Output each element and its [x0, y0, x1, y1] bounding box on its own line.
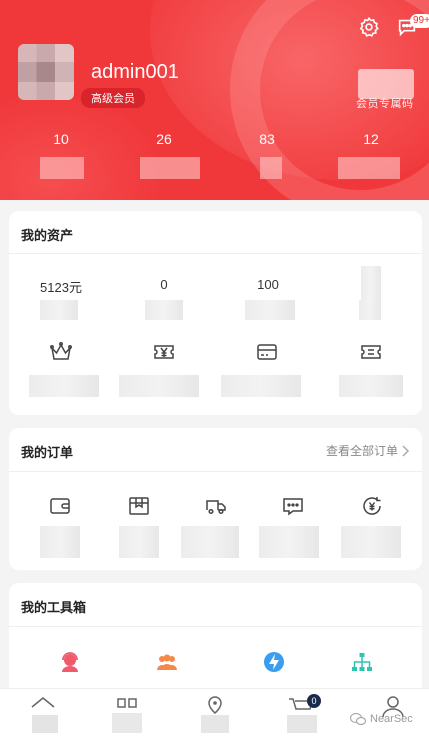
cart-count-badge: 0 — [307, 694, 321, 708]
wallet-icon[interactable] — [48, 494, 72, 518]
stat-value[interactable]: 12 — [336, 131, 406, 147]
stat-label-blurred — [338, 157, 400, 179]
coupon-icon[interactable] — [359, 340, 383, 364]
blurred-label — [181, 526, 239, 558]
stat-label-blurred — [140, 157, 200, 179]
divider — [9, 471, 422, 472]
avatar[interactable] — [18, 44, 74, 100]
team-icon[interactable] — [155, 650, 179, 674]
blurred-label — [259, 526, 319, 558]
assets-card: 我的资产 5123元 0 100 — [9, 211, 422, 415]
watermark-text: NearSec — [370, 713, 413, 725]
stat-value[interactable]: 26 — [129, 131, 199, 147]
stat-label-blurred — [40, 157, 84, 179]
toolbox-title: 我的工具箱 — [21, 600, 87, 615]
location-icon[interactable] — [200, 693, 230, 735]
lightning-icon[interactable] — [262, 650, 286, 674]
package-icon[interactable] — [127, 494, 151, 518]
orders-card: 我的订单 查看全部订单 — [9, 428, 422, 570]
yuan-ticket-icon[interactable] — [152, 340, 176, 364]
blurred-label — [119, 375, 199, 397]
stat-value[interactable]: 10 — [26, 131, 96, 147]
blurred-label — [359, 300, 381, 320]
stat-label-blurred — [260, 157, 282, 179]
see-all-label: 查看全部订单 — [325, 444, 398, 458]
comment-icon[interactable] — [281, 494, 305, 518]
truck-icon[interactable] — [204, 494, 228, 518]
category-icon[interactable] — [112, 693, 142, 735]
home-icon[interactable] — [28, 693, 58, 735]
stat-value[interactable]: 83 — [232, 131, 302, 147]
points-value[interactable]: 0 — [129, 277, 199, 292]
message-count-badge: 99+ — [410, 14, 429, 28]
blurred-label — [341, 526, 401, 558]
chevron-right-icon — [402, 444, 410, 457]
see-all-orders-link[interactable]: 查看全部订单 — [326, 442, 410, 459]
coupon-value[interactable]: 100 — [233, 277, 303, 292]
blurred-label — [245, 300, 295, 320]
blurred-label — [339, 375, 403, 397]
blurred-label — [221, 375, 301, 397]
blurred-value — [361, 266, 381, 300]
refund-icon[interactable] — [360, 494, 384, 518]
blurred-label — [145, 300, 183, 320]
username: admin001 — [91, 61, 179, 83]
wechat-icon — [350, 712, 366, 726]
member-level-badge: 高级会员 — [81, 88, 145, 108]
settings-gear-icon[interactable] — [356, 14, 382, 40]
crown-icon[interactable] — [49, 340, 73, 364]
watermark: NearSec — [350, 712, 413, 726]
orders-title: 我的订单 — [21, 445, 74, 460]
card-icon[interactable] — [255, 340, 279, 364]
blurred-label — [29, 375, 99, 397]
assets-title: 我的资产 — [21, 228, 74, 243]
network-icon[interactable] — [350, 650, 374, 674]
balance-value[interactable]: 5123元 — [26, 277, 96, 296]
service-icon[interactable] — [58, 650, 82, 674]
divider — [9, 253, 422, 254]
blurred-label — [40, 526, 80, 558]
divider — [9, 626, 422, 627]
blurred-label — [40, 300, 78, 320]
member-code-label: 会员专属码 — [356, 98, 414, 110]
blurred-label — [119, 526, 159, 558]
